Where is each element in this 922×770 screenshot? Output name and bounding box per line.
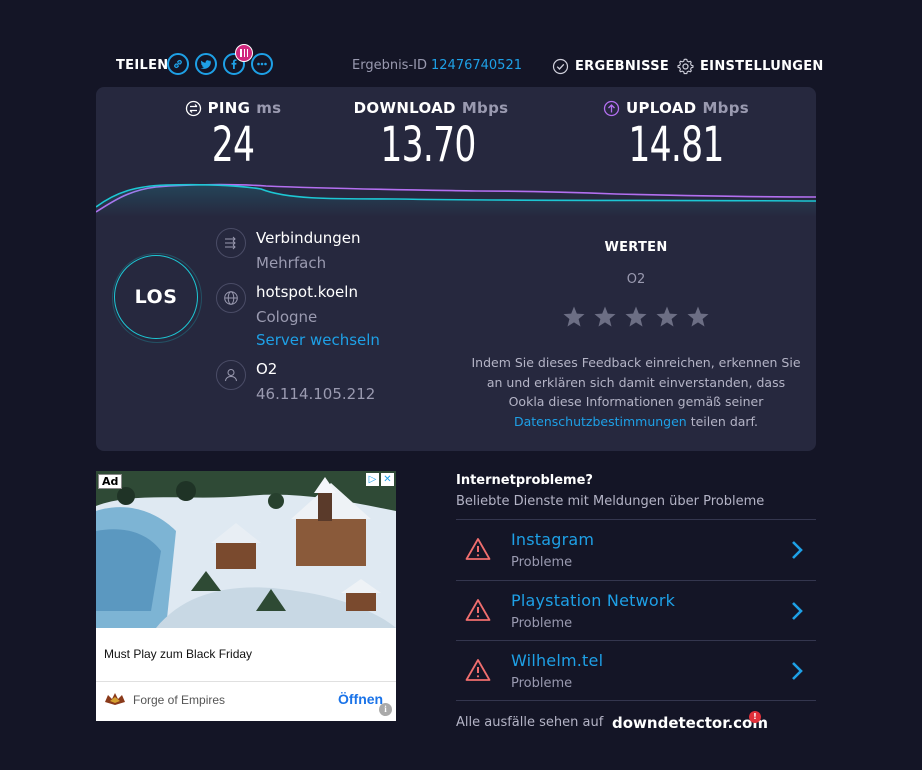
server-name: hotspot.koeln [256,283,358,301]
upload-value: 14.81 [628,117,724,173]
ad-brand: Forge of Empires [133,693,226,707]
more-icon[interactable] [251,53,273,75]
upload-metric: UPLOAD Mbps 14.81 [596,99,756,173]
change-server-link[interactable]: Server wechseln [256,331,380,349]
results-nav-label: ERGEBNISSE [575,59,670,74]
results-nav-button[interactable]: ERGEBNISSE [552,58,669,75]
outage-item-instagram[interactable]: Instagram Probleme [456,519,816,580]
ad-headline[interactable]: Must Play zum Black Friday [104,647,252,661]
share-label: TEILEN [116,58,169,73]
ad-open-button[interactable]: Öffnen [338,691,383,707]
go-button-ring [112,253,202,343]
ad-divider [96,681,396,682]
speed-graph [96,183,816,217]
star-icon[interactable] [686,305,710,329]
ad-label: Ad [98,474,123,489]
go-button[interactable]: LOS [112,253,202,343]
star-icon[interactable] [655,305,679,329]
connections-value: Mehrfach [256,254,327,272]
outage-service-status: Probleme [511,676,573,691]
rating-isp: O2 [626,272,646,287]
downdetector-alert-icon: ! [749,711,761,723]
downdetector-text: Alle ausfälle sehen auf [456,715,604,730]
download-label: DOWNLOAD [353,99,456,117]
result-id-label: Ergebnis-ID [352,58,427,73]
rating-note-end: teilen darf. [690,413,759,429]
ad-info-icon[interactable]: i [379,703,392,716]
top-bar: TEILEN Ergebnis-ID 12476740521 ERGEBNISS… [0,0,922,90]
rating-note-text: Indem Sie dieses Feedback einreichen, er… [471,355,801,409]
ping-icon [185,100,201,116]
result-id-link[interactable]: 12476740521 [431,58,522,73]
rating-title: WERTEN [604,240,668,255]
ping-unit: ms [256,99,282,117]
download-value: 13.70 [380,117,476,173]
server-location: Cologne [256,308,318,326]
chevron-right-icon [792,662,803,680]
outage-service-status: Probleme [511,555,573,570]
connections-title: Verbindungen [256,229,361,247]
forge-of-empires-logo-icon [105,693,125,705]
user-icon [216,360,246,390]
notification-badge-icon[interactable] [235,44,253,62]
upload-arrow-icon [603,100,620,116]
download-metric: DOWNLOAD Mbps 13.70 [348,99,508,173]
warning-icon [465,659,491,681]
ping-metric: PING ms 24 [178,99,288,173]
gear-icon [677,58,694,75]
outage-service-name: Instagram [511,530,595,549]
star-icon[interactable] [624,305,648,329]
upload-unit: Mbps [702,99,749,117]
rating-stars [562,305,710,329]
isp-name: O2 [256,360,278,378]
outages-list: Instagram Probleme Playstation Network P… [456,519,816,701]
privacy-policy-link[interactable]: Datenschutzbestimmungen [514,414,687,429]
ping-value: 24 [211,117,255,173]
upload-label: UPLOAD [626,99,697,117]
connections-icon [216,228,246,258]
ad-banner[interactable]: Ad ▷ ✕ Must Play zum Black Friday Forge o… [96,471,396,721]
downdetector-link[interactable]: downdetector.com [612,714,768,732]
download-unit: Mbps [461,99,509,117]
twitter-icon[interactable] [195,53,217,75]
ad-game-image [96,471,396,628]
star-icon[interactable] [562,305,586,329]
outages-title: Internetprobleme? [456,473,593,488]
rating-note: Indem Sie dieses Feedback einreichen, er… [470,353,802,431]
outages-subtitle: Beliebte Dienste mit Meldungen über Prob… [456,494,765,509]
check-circle-icon [552,58,569,75]
star-icon[interactable] [593,305,617,329]
outage-item-wilhelm-tel[interactable]: Wilhelm.tel Probleme [456,640,816,701]
outage-service-status: Probleme [511,615,573,631]
ad-choices-icon[interactable]: ▷ ✕ [366,473,394,486]
warning-icon [465,598,491,621]
isp-ip: 46.114.105.212 [256,385,376,403]
outage-item-playstation-network[interactable]: Playstation Network Probleme [456,579,816,641]
chevron-right-icon [792,541,803,559]
settings-nav-button[interactable]: EINSTELLUNGEN [677,58,824,75]
outage-service-name: Playstation Network [511,590,676,610]
settings-nav-label: EINSTELLUNGEN [700,59,824,74]
chevron-right-icon [792,601,803,620]
ping-label: PING [207,99,251,117]
globe-icon [216,283,246,313]
link-icon[interactable] [167,53,189,75]
warning-icon [465,538,491,560]
outage-service-name: Wilhelm.tel [511,651,604,670]
result-panel: PING ms 24 DOWNLOAD Mbps 13.70 UPLOAD Mb… [96,87,816,451]
